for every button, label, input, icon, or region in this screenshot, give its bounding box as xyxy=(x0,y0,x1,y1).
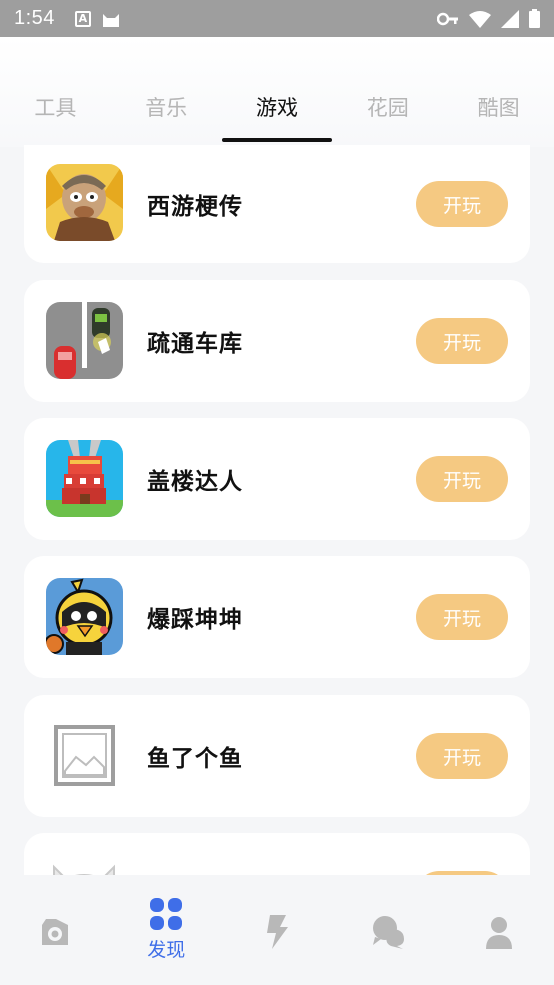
nav-profile[interactable] xyxy=(443,875,554,985)
list-item[interactable]: 疏通车库 开玩 xyxy=(24,280,530,402)
list-item[interactable]: 鱼了个鱼 开玩 xyxy=(24,695,530,817)
camera-icon xyxy=(42,919,69,945)
tab-games[interactable]: 游戏 xyxy=(222,80,333,140)
active-tab-indicator xyxy=(222,138,332,142)
bottom-navigation: 发现 xyxy=(0,875,554,985)
monkey-king-icon xyxy=(46,164,123,241)
game-name: 疏通车库 xyxy=(147,331,243,357)
key-icon xyxy=(437,12,458,25)
list-item[interactable] xyxy=(24,833,530,875)
lightning-icon xyxy=(266,915,288,949)
game-name: 鱼了个鱼 xyxy=(147,746,243,772)
tab-cool-images[interactable]: 酷图 xyxy=(443,80,554,140)
status-time: 1:54 xyxy=(14,7,55,29)
list-item[interactable]: 爆踩坤坤 开玩 xyxy=(24,556,530,678)
nav-discover[interactable]: 发现 xyxy=(111,875,222,985)
list-item[interactable]: 盖楼达人 开玩 xyxy=(24,418,530,540)
tab-garden[interactable]: 花园 xyxy=(332,80,443,140)
image-placeholder-icon xyxy=(46,717,123,794)
parking-cars-icon xyxy=(46,302,123,379)
game-list[interactable]: 西游梗传 开玩 疏通车库 开玩 盖楼达人 开玩 爆踩坤坤 开玩 鱼了个鱼 开玩 xyxy=(0,145,554,875)
profile-icon xyxy=(485,917,512,949)
play-button[interactable]: 开玩 xyxy=(416,181,508,227)
list-item[interactable]: 西游梗传 开玩 xyxy=(24,145,530,263)
nav-camera[interactable] xyxy=(0,875,111,985)
chat-icon xyxy=(372,916,404,949)
game-name: 爆踩坤坤 xyxy=(147,607,243,633)
nav-discover-label: 发现 xyxy=(147,939,186,961)
discover-grid-icon xyxy=(150,898,183,930)
play-button[interactable]: 开玩 xyxy=(416,456,508,502)
game-name: 西游梗传 xyxy=(147,194,243,220)
play-button[interactable]: 开玩 xyxy=(416,318,508,364)
tab-music[interactable]: 音乐 xyxy=(111,80,222,140)
cat-icon xyxy=(102,13,119,27)
category-tabs: 工具 音乐 游戏 花园 酷图 xyxy=(0,80,554,140)
tab-tools[interactable]: 工具 xyxy=(0,80,111,140)
wifi-icon xyxy=(469,10,491,28)
chicken-character-icon xyxy=(46,578,123,655)
nav-chat[interactable] xyxy=(332,875,443,985)
play-button[interactable]: 开玩 xyxy=(416,594,508,640)
battery-icon xyxy=(529,9,540,28)
play-button[interactable]: 开玩 xyxy=(416,733,508,779)
status-bar: 1:54 A xyxy=(0,0,554,37)
cat-avatar-icon xyxy=(46,861,123,875)
nav-lightning[interactable] xyxy=(222,875,333,985)
game-name: 盖楼达人 xyxy=(147,469,243,495)
tower-crane-icon xyxy=(46,440,123,517)
signal-icon xyxy=(501,9,519,28)
a-notification-icon: A xyxy=(74,10,91,27)
